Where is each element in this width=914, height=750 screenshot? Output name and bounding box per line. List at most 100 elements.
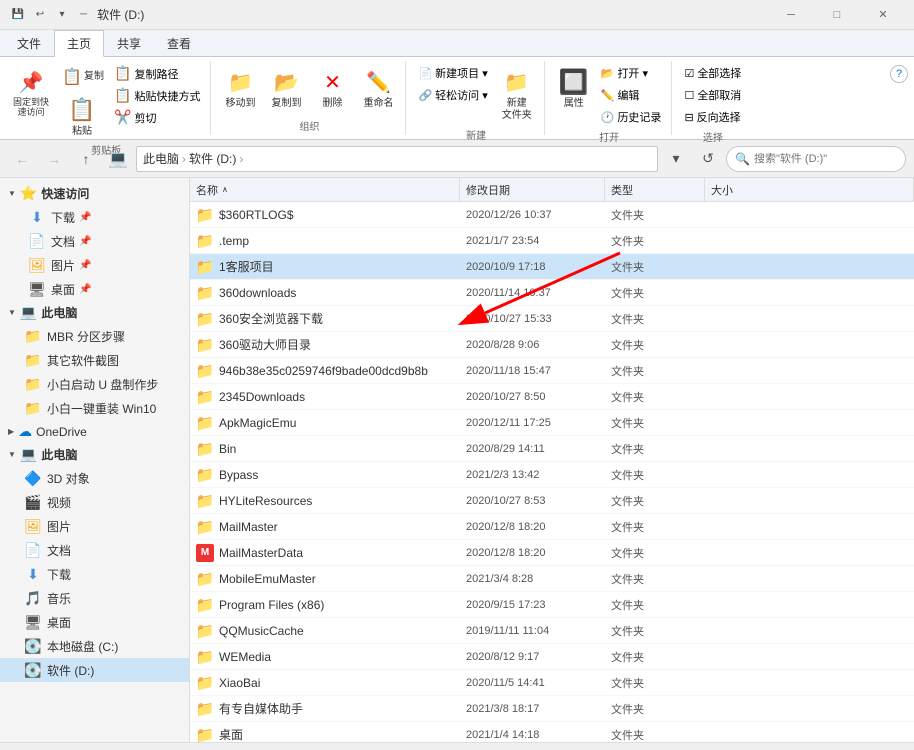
- table-row[interactable]: M MailMasterData 2020/12/8 18:20 文件夹: [190, 540, 914, 566]
- table-row[interactable]: 📁 有专自媒体助手 2021/3/8 18:17 文件夹: [190, 696, 914, 722]
- table-row[interactable]: 📁 ApkMagicEmu 2020/12/11 17:25 文件夹: [190, 410, 914, 436]
- sidebar-item-desktop1[interactable]: 🖥 桌面 📌: [0, 277, 189, 301]
- cell-type: 文件夹: [605, 311, 705, 327]
- sidebar-item-mbr[interactable]: 📁 MBR 分区步骤: [0, 324, 189, 348]
- col-header-type[interactable]: 类型: [605, 178, 705, 201]
- cell-name: 📁 946b38e35c0259746f9bade00dcd9b8b: [190, 362, 460, 380]
- sidebar-item-download1[interactable]: ⬇ 下载 📌: [0, 205, 189, 229]
- sidebar-item-imgs[interactable]: 🖼 图片: [0, 514, 189, 538]
- table-row[interactable]: 📁 QQMusicCache 2019/11/11 11:04 文件夹: [190, 618, 914, 644]
- new-folder-button[interactable]: 📁 新建文件夹: [496, 63, 538, 125]
- tab-view[interactable]: 查看: [154, 30, 204, 57]
- sidebar-item-docs2[interactable]: 📄 文档: [0, 538, 189, 562]
- table-row[interactable]: 📁 Program Files (x86) 2020/9/15 17:23 文件…: [190, 592, 914, 618]
- sidebar-quickaccess[interactable]: ▼ ⭐ 快速访问: [0, 182, 189, 205]
- sidebar-thispc-section[interactable]: ▼ 💻 此电脑: [0, 301, 189, 324]
- sidebar-item-diskd[interactable]: 💽 软件 (D:): [0, 658, 189, 682]
- details-view-button[interactable]: ☰: [882, 746, 904, 750]
- path-segment-d[interactable]: 软件 (D:): [189, 150, 236, 167]
- cell-type: 文件夹: [605, 415, 705, 431]
- select-all-button[interactable]: ☑ 全部选择: [680, 63, 745, 83]
- diskd-icon: 💽: [24, 661, 42, 679]
- maximize-button[interactable]: □: [814, 0, 860, 30]
- forward-button[interactable]: →: [40, 145, 68, 173]
- help-button[interactable]: ?: [890, 65, 908, 83]
- sidebar-item-other[interactable]: 📁 其它软件截图: [0, 348, 189, 372]
- tab-file[interactable]: 文件: [4, 30, 54, 57]
- paste-shortcut-button[interactable]: 📋 粘贴快捷方式: [110, 85, 204, 106]
- col-header-size[interactable]: 大小: [705, 178, 914, 201]
- table-row[interactable]: 📁 360安全浏览器下载 2020/10/27 15:33 文件夹: [190, 306, 914, 332]
- table-row[interactable]: 📁 360downloads 2020/11/14 10:37 文件夹: [190, 280, 914, 306]
- table-row[interactable]: 📁 360驱动大师目录 2020/8/28 9:06 文件夹: [190, 332, 914, 358]
- open-button[interactable]: 📂 打开 ▾: [597, 63, 666, 83]
- cut-button[interactable]: ✂️ 剪切: [110, 107, 204, 128]
- quick-btn-2[interactable]: ↩: [30, 5, 50, 25]
- col-header-name[interactable]: 名称 ∧: [190, 178, 460, 201]
- sidebar-item-3d[interactable]: 🔷 3D 对象: [0, 466, 189, 490]
- folder-icon: 📁: [196, 258, 214, 276]
- tab-share[interactable]: 共享: [104, 30, 154, 57]
- sidebar-onedrive-section[interactable]: ▶ ☁ OneDrive: [0, 420, 189, 443]
- sidebar-item-music[interactable]: 🎵 音乐: [0, 586, 189, 610]
- sidebar-item-video[interactable]: 🎬 视频: [0, 490, 189, 514]
- up-button[interactable]: ↑: [72, 145, 100, 173]
- move-to-button[interactable]: 📁 移动到: [219, 63, 261, 113]
- invert-select-button[interactable]: ⊟ 反向选择: [680, 107, 745, 127]
- table-row[interactable]: 📁 1客服项目 2020/10/9 17:18 文件夹: [190, 254, 914, 280]
- sidebar-item-xiaobai2[interactable]: 📁 小白一键重装 Win10: [0, 396, 189, 420]
- history-button[interactable]: 🕐 历史记录: [597, 107, 666, 127]
- large-icons-view-button[interactable]: ⊞: [856, 746, 878, 750]
- table-row[interactable]: 📁 WEMedia 2020/8/12 9:17 文件夹: [190, 644, 914, 670]
- col-header-date[interactable]: 修改日期: [460, 178, 605, 201]
- address-path[interactable]: 此电脑 › 软件 (D:) ›: [136, 146, 658, 172]
- table-row[interactable]: 📁 946b38e35c0259746f9bade00dcd9b8b 2020/…: [190, 358, 914, 384]
- sidebar-item-docs1[interactable]: 📄 文档 📌: [0, 229, 189, 253]
- copy-button[interactable]: 📋 复制: [56, 63, 108, 91]
- new-item-button[interactable]: 📄 新建项目 ▾: [414, 63, 491, 83]
- copy-to-button[interactable]: 📂 复制到: [265, 63, 307, 113]
- paste-button[interactable]: 📋 粘贴: [56, 92, 108, 140]
- path-segment-pc[interactable]: 此电脑: [143, 150, 179, 167]
- edit-icon: ✏️: [601, 89, 615, 102]
- back-button[interactable]: ←: [8, 145, 36, 173]
- table-row[interactable]: 📁 .temp 2021/1/7 23:54 文件夹: [190, 228, 914, 254]
- dropdown-button[interactable]: ▾: [662, 145, 690, 173]
- table-row[interactable]: 📁 MailMaster 2020/12/8 18:20 文件夹: [190, 514, 914, 540]
- minimize-button[interactable]: ─: [768, 0, 814, 30]
- pin-to-quick-access-button[interactable]: 📌 固定到快速访问: [8, 63, 54, 121]
- quick-dropdown[interactable]: ▾: [52, 5, 72, 25]
- sidebar-item-pics1[interactable]: 🖼 图片 📌: [0, 253, 189, 277]
- other-icon: 📁: [24, 351, 42, 369]
- quick-btn-1[interactable]: 💾: [8, 5, 28, 25]
- search-input[interactable]: [754, 153, 897, 165]
- table-row[interactable]: 📁 桌面 2021/1/4 14:18 文件夹: [190, 722, 914, 742]
- deselect-all-button[interactable]: ☐ 全部取消: [680, 85, 745, 105]
- sidebar-thispc2-section[interactable]: ▼ 💻 此电脑: [0, 443, 189, 466]
- rename-button[interactable]: ✏️ 重命名: [357, 63, 399, 113]
- sidebar-item-xiaobai1[interactable]: 📁 小白启动 U 盘制作步: [0, 372, 189, 396]
- sidebar-item-dl[interactable]: ⬇ 下载: [0, 562, 189, 586]
- cell-type: 文件夹: [605, 441, 705, 457]
- organize-label: 组织: [299, 118, 319, 133]
- file-name: .temp: [219, 234, 249, 248]
- table-row[interactable]: 📁 HYLiteResources 2020/10/27 8:53 文件夹: [190, 488, 914, 514]
- table-row[interactable]: 📁 2345Downloads 2020/10/27 8:50 文件夹: [190, 384, 914, 410]
- properties-button[interactable]: 🔲 属性: [553, 63, 595, 113]
- tab-home[interactable]: 主页: [54, 30, 104, 57]
- easy-access-button[interactable]: 🔗 轻松访问 ▾: [414, 85, 491, 105]
- search-box[interactable]: 🔍: [726, 146, 906, 172]
- copy-path-button[interactable]: 📋 复制路径: [110, 63, 204, 84]
- file-list-container: 名称 ∧ 修改日期 类型 大小 📁: [190, 178, 914, 742]
- sidebar-item-desk2[interactable]: 🖥 桌面: [0, 610, 189, 634]
- table-row[interactable]: 📁 XiaoBai 2020/11/5 14:41 文件夹: [190, 670, 914, 696]
- table-row[interactable]: 📁 Bypass 2021/2/3 13:42 文件夹: [190, 462, 914, 488]
- table-row[interactable]: 📁 Bin 2020/8/29 14:11 文件夹: [190, 436, 914, 462]
- delete-button[interactable]: ✕ 删除: [311, 63, 353, 113]
- table-row[interactable]: 📁 MobileEmuMaster 2021/3/4 8:28 文件夹: [190, 566, 914, 592]
- close-button[interactable]: ✕: [860, 0, 906, 30]
- sidebar-item-diskc[interactable]: 💽 本地磁盘 (C:): [0, 634, 189, 658]
- edit-button[interactable]: ✏️ 编辑: [597, 85, 666, 105]
- refresh-button[interactable]: ↺: [694, 145, 722, 173]
- table-row[interactable]: 📁 $360RTLOG$ 2020/12/26 10:37 文件夹: [190, 202, 914, 228]
